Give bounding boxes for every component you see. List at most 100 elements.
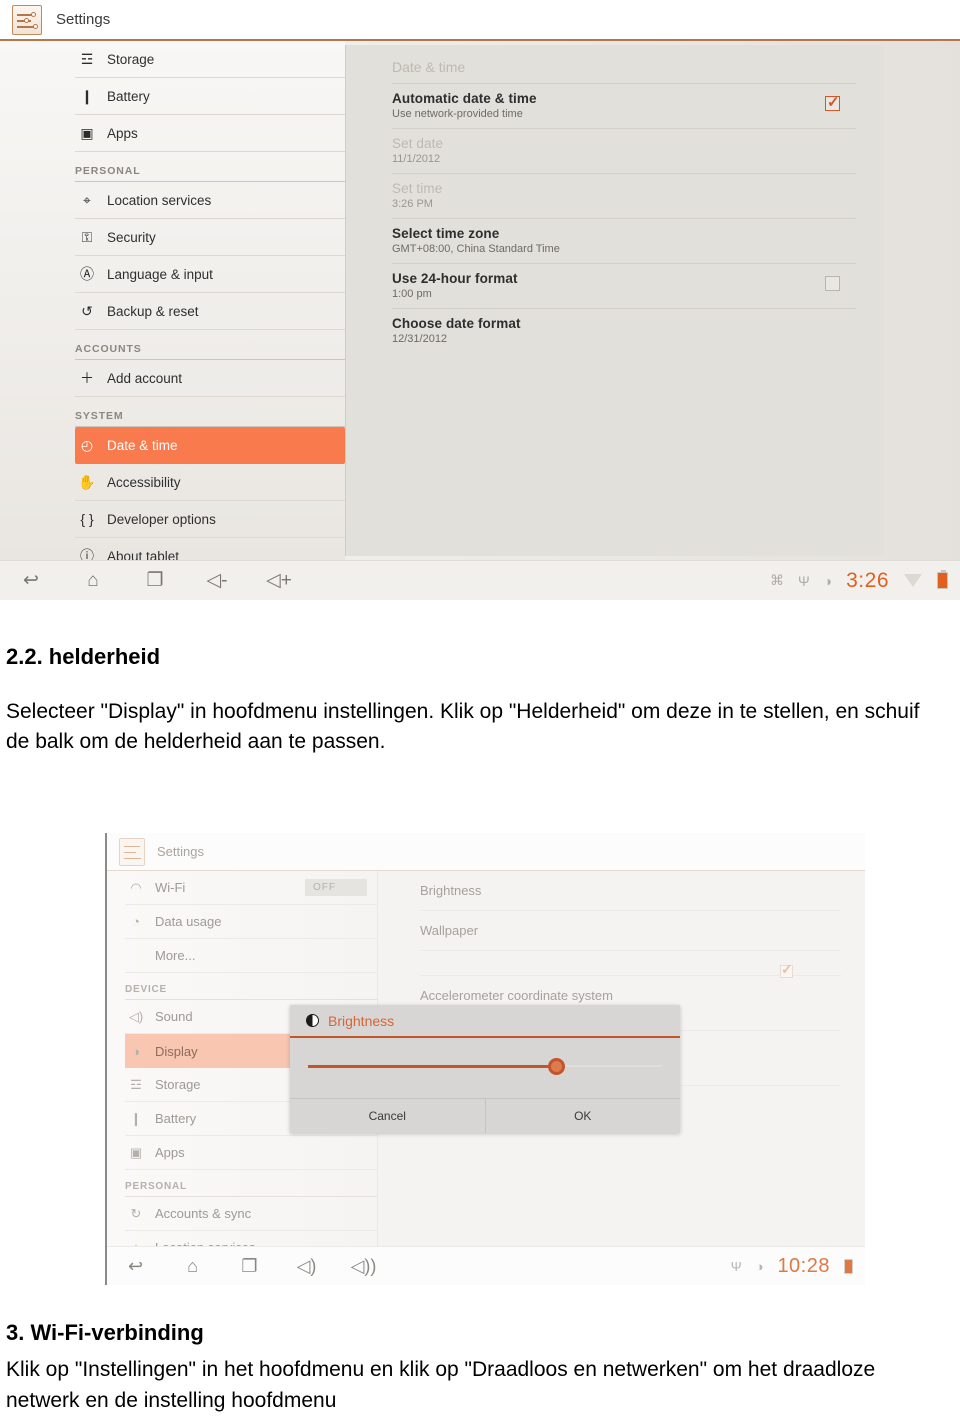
sidebar-section-header: DEVICE bbox=[125, 973, 377, 1000]
braces-icon: { } bbox=[80, 511, 94, 527]
sidebar-item-label: Location services bbox=[107, 192, 212, 208]
sidebar-item-more[interactable]: More... bbox=[125, 939, 377, 973]
sidebar-item-label: Display bbox=[155, 1043, 198, 1059]
settings-row-subtitle: GMT+08:00, China Standard Time bbox=[392, 243, 560, 255]
settings-sliders-icon bbox=[119, 837, 145, 866]
settings-row-checkbox[interactable] bbox=[825, 93, 840, 111]
section-paragraph-3: Klik op "Instellingen" in het hoofdmenu … bbox=[6, 1358, 876, 1412]
settings-row[interactable]: Brightness bbox=[420, 871, 841, 911]
volume-up-icon[interactable]: ◁)) bbox=[335, 1256, 392, 1277]
recents-icon[interactable]: ❐ bbox=[124, 569, 186, 592]
slider-knob[interactable] bbox=[547, 1058, 565, 1075]
settings-row[interactable]: Set time 3:26 PM bbox=[392, 173, 856, 218]
sidebar-item-label: Backup & reset bbox=[107, 303, 199, 319]
system-nav-bar-2: ↩ ⌂ ❐ ◁) ◁)) Ψ ◑ 10:28 bbox=[107, 1246, 865, 1285]
sidebar-item-add-account[interactable]: ＋ Add account bbox=[75, 360, 345, 397]
brightness-dialog: Brightness Cancel OK bbox=[290, 1005, 680, 1133]
sidebar-item-label: PERSONAL bbox=[125, 1181, 187, 1192]
system-nav-bar-1: ↩ ⌂ ❐ ◁- ◁+ ⌘ Ψ ◑ 3:26 bbox=[0, 560, 960, 600]
usb-icon: Ψ bbox=[730, 1258, 742, 1274]
settings-row-title: Automatic date & time bbox=[392, 91, 537, 106]
settings-row[interactable]: Set date 11/1/2012 bbox=[392, 128, 856, 173]
settings-row-checkbox[interactable] bbox=[825, 276, 840, 291]
hand-icon: ✋ bbox=[78, 473, 96, 490]
settings-row[interactable]: Automatic date & time Use network-provide… bbox=[392, 83, 856, 128]
sidebar-item-apps[interactable]: ▣ Apps bbox=[125, 1136, 377, 1170]
wifi-icon: ◠ bbox=[130, 879, 142, 895]
sidebar-item-date-time[interactable]: ◴ Date & time bbox=[75, 427, 345, 464]
screenshot-brightness: Settings ◠ Wi-Fi OFF ◔ Data usage More... DEVI… bbox=[105, 833, 865, 1285]
apps-icon: ▣ bbox=[129, 1144, 143, 1160]
app-title-1: Settings bbox=[56, 11, 111, 28]
sidebar-item-backup-reset[interactable]: ↺ Backup & reset bbox=[75, 293, 345, 330]
brightness-icon bbox=[306, 1014, 319, 1027]
home-icon[interactable]: ⌂ bbox=[62, 570, 124, 592]
sidebar-item-accessibility[interactable]: ✋ Accessibility bbox=[75, 464, 345, 501]
battery-icon: ❙ bbox=[130, 1110, 142, 1126]
settings-row-title: Select time zone bbox=[392, 226, 500, 241]
language-icon: Ⓐ bbox=[80, 266, 94, 282]
lock-icon: ⚿ bbox=[81, 228, 93, 245]
date-time-panel: Date & time Automatic date & time Use net… bbox=[345, 45, 884, 556]
settings-row-title: Choose date format bbox=[392, 316, 521, 331]
android-icon: ◑ bbox=[755, 1258, 764, 1274]
sidebar-item-security[interactable]: ⚿ Security bbox=[75, 219, 345, 256]
display-icon: ◑ bbox=[132, 1043, 140, 1059]
status-area-1: ⌘ Ψ ◑ 3:26 bbox=[770, 569, 960, 593]
ok-button[interactable]: OK bbox=[484, 1099, 681, 1133]
sidebar-item-label: Data usage bbox=[155, 914, 222, 929]
cancel-button[interactable]: Cancel bbox=[290, 1099, 485, 1133]
sidebar-item-label: Apps bbox=[107, 125, 138, 141]
sidebar-item-label: Date & time bbox=[107, 438, 178, 453]
settings-sidebar-1: ☲ Storage ❙ Battery ▣ Apps PERSONAL ⌖ Location s… bbox=[0, 41, 345, 575]
settings-body-2: ◠ Wi-Fi OFF ◔ Data usage More... DEVICE ◁) Sound… bbox=[107, 871, 865, 1265]
settings-row[interactable]: Select time zone GMT+08:00, China Standar… bbox=[392, 218, 856, 263]
panel-title: Date & time bbox=[392, 59, 466, 75]
sidebar-item-location-services[interactable]: ⌖ Location services bbox=[75, 182, 345, 219]
home-icon[interactable]: ⌂ bbox=[164, 1256, 221, 1277]
settings-row-subtitle: 12/31/2012 bbox=[392, 333, 448, 345]
sidebar-item-label: Language & input bbox=[107, 266, 213, 282]
settings-row[interactable] bbox=[420, 951, 841, 978]
usb-icon: Ψ bbox=[797, 572, 810, 589]
back-icon[interactable]: ↩ bbox=[0, 569, 62, 592]
app-bar-2: Settings bbox=[107, 833, 865, 871]
android-icon: ◑ bbox=[823, 572, 833, 589]
settings-row[interactable]: Wallpaper bbox=[420, 911, 841, 951]
storage-icon: ☲ bbox=[130, 1076, 142, 1092]
sidebar-item-label: Developer options bbox=[107, 511, 216, 527]
sidebar-item-battery[interactable]: ❙ Battery bbox=[75, 78, 345, 115]
sidebar-item-apps[interactable]: ▣ Apps bbox=[75, 115, 345, 152]
back-icon[interactable]: ↩ bbox=[107, 1256, 164, 1277]
recents-icon[interactable]: ❐ bbox=[221, 1256, 278, 1277]
sidebar-item-storage[interactable]: ☲ Storage bbox=[75, 41, 345, 78]
sidebar-item-label: More... bbox=[155, 948, 196, 963]
settings-row-subtitle: 3:26 PM bbox=[392, 198, 433, 210]
sidebar-item-label: Accounts & sync bbox=[155, 1206, 252, 1221]
battery-charging-icon bbox=[937, 570, 948, 589]
plus-icon: ＋ bbox=[80, 370, 94, 386]
sidebar-item-wi-fi[interactable]: ◠ Wi-Fi OFF bbox=[125, 871, 377, 905]
sidebar-item-language-input[interactable]: Ⓐ Language & input bbox=[75, 256, 345, 293]
apps-icon: ▣ bbox=[80, 124, 94, 141]
sidebar-item-label: Apps bbox=[155, 1145, 185, 1160]
screenshot-date-time: Settings ☲ Storage ❙ Battery ▣ Apps PERSONAL ⌖ L… bbox=[0, 0, 960, 600]
clock-icon: ◴ bbox=[80, 437, 94, 453]
sidebar-item-data-usage[interactable]: ◔ Data usage bbox=[125, 905, 377, 939]
wifi-toggle[interactable]: OFF bbox=[305, 879, 367, 896]
settings-row-title: Set date bbox=[392, 136, 444, 151]
dialog-title: Brightness bbox=[328, 1012, 395, 1029]
volume-up-icon[interactable]: ◁+ bbox=[248, 569, 310, 592]
settings-row-title: Wallpaper bbox=[420, 923, 479, 938]
brightness-slider[interactable] bbox=[290, 1038, 680, 1096]
settings-row-subtitle: 11/1/2012 bbox=[392, 153, 441, 165]
sidebar-item-label: Storage bbox=[155, 1077, 201, 1092]
sidebar-item-developer-options[interactable]: { } Developer options bbox=[75, 501, 345, 538]
volume-down-icon[interactable]: ◁- bbox=[186, 569, 248, 592]
volume-down-icon[interactable]: ◁) bbox=[278, 1256, 335, 1277]
settings-row[interactable]: Choose date format 12/31/2012 bbox=[392, 308, 856, 353]
settings-row-title: Brightness bbox=[420, 883, 482, 898]
sound-icon: ◁) bbox=[128, 1008, 144, 1024]
settings-row[interactable]: Use 24-hour format 1:00 pm bbox=[392, 263, 856, 308]
sidebar-item-accounts-sync[interactable]: ↻ Accounts & sync bbox=[125, 1197, 377, 1231]
